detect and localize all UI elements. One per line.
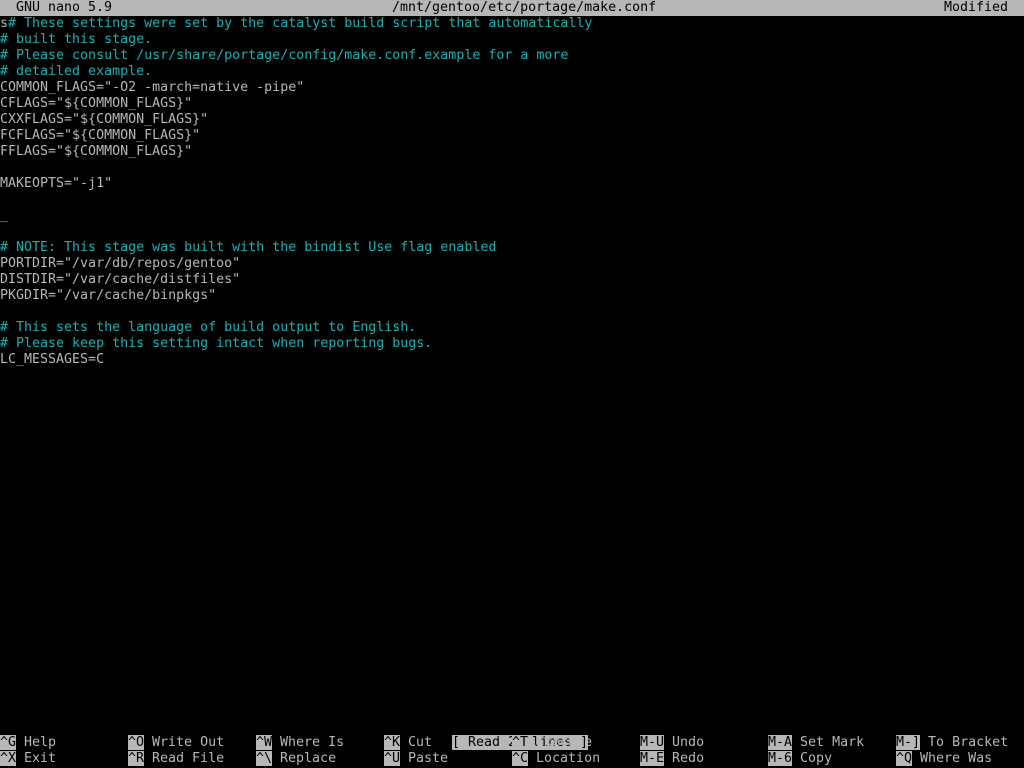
app-name: GNU nano 5.9 bbox=[16, 0, 113, 15]
editor-line[interactable]: CXXFLAGS="${COMMON_FLAGS}" bbox=[0, 112, 1024, 128]
shortcut-label: Copy bbox=[800, 751, 833, 766]
shortcut-set-mark[interactable]: M-A Set Mark bbox=[768, 735, 864, 751]
shortcut-label: Cut bbox=[408, 735, 433, 750]
shortcut-key: ^X bbox=[0, 751, 17, 766]
editor-buffer[interactable]: s# These settings were set by the cataly… bbox=[0, 16, 1024, 368]
shortcut-location[interactable]: ^C Location bbox=[512, 751, 600, 767]
line-prefix: s bbox=[0, 16, 9, 31]
editor-line[interactable]: # This sets the language of build output… bbox=[0, 320, 1024, 336]
editor-line[interactable]: # NOTE: This stage was built with the bi… bbox=[0, 240, 1024, 256]
shortcut-where-was[interactable]: ^Q Where Was bbox=[896, 751, 992, 767]
shortcut-label: Set Mark bbox=[800, 735, 865, 750]
shortcut-paste[interactable]: ^U Paste bbox=[384, 751, 448, 767]
shortcut-label: Location bbox=[536, 751, 601, 766]
shortcut-label: To Bracket bbox=[928, 735, 1009, 750]
shortcut-label: Read File bbox=[152, 751, 225, 766]
editor-line[interactable]: # Please keep this setting intact when r… bbox=[0, 336, 1024, 352]
shortcut-copy[interactable]: M-6 Copy bbox=[768, 751, 832, 767]
editor-line[interactable]: MAKEOPTS="-j1" bbox=[0, 176, 1024, 192]
shortcut-label: Paste bbox=[408, 751, 449, 766]
editor-line[interactable]: CFLAGS="${COMMON_FLAGS}" bbox=[0, 96, 1024, 112]
shortcut-where-is[interactable]: ^W Where Is bbox=[256, 735, 344, 751]
shortcut-exit[interactable]: ^X Exit bbox=[0, 751, 56, 767]
shortcut-key: M-E bbox=[640, 751, 665, 766]
editor-line[interactable]: COMMON_FLAGS="-O2 -march=native -pipe" bbox=[0, 80, 1024, 96]
shortcut-execute[interactable]: ^T Execute bbox=[512, 735, 592, 751]
editor-line[interactable]: LC_MESSAGES=C bbox=[0, 352, 1024, 368]
shortcut-key: ^T bbox=[512, 735, 529, 750]
editor-line[interactable]: # detailed example. bbox=[0, 64, 1024, 80]
shortcut-label: Replace bbox=[280, 751, 337, 766]
line-comment-rest: # These settings were set by the catalys… bbox=[8, 16, 593, 31]
shortcut-help[interactable]: ^G Help bbox=[0, 735, 56, 751]
editor-line[interactable]: # Please consult /usr/share/portage/conf… bbox=[0, 48, 1024, 64]
shortcut-key: M-U bbox=[640, 735, 665, 750]
shortcut-label: Redo bbox=[672, 751, 705, 766]
shortcut-replace[interactable]: ^\ Replace bbox=[256, 751, 336, 767]
shortcut-key: ^K bbox=[384, 735, 401, 750]
shortcut-label: Where Is bbox=[280, 735, 345, 750]
editor-line[interactable]: DISTDIR="/var/cache/distfiles" bbox=[0, 272, 1024, 288]
shortcut-read-file[interactable]: ^R Read File bbox=[128, 751, 224, 767]
shortcut-label: Write Out bbox=[152, 735, 225, 750]
shortcut-label: Where Was bbox=[920, 751, 993, 766]
shortcut-label: Help bbox=[24, 735, 57, 750]
shortcut-key: ^R bbox=[128, 751, 145, 766]
text-cursor[interactable]: _ bbox=[0, 208, 1024, 224]
shortcut-bar-row-1: ^G Help ^O Write Out ^W Where Is ^K Cut … bbox=[0, 735, 1024, 751]
shortcut-label: Undo bbox=[672, 735, 705, 750]
shortcut-key: ^\ bbox=[256, 751, 273, 766]
status-bar: [ Read 20 lines ] bbox=[0, 719, 1024, 750]
editor-line[interactable] bbox=[0, 160, 1024, 176]
shortcut-bar-row-2: ^X Exit ^R Read File ^\ Replace ^U Paste… bbox=[0, 751, 1024, 767]
shortcut-write-out[interactable]: ^O Write Out bbox=[128, 735, 224, 751]
editor-line[interactable]: FFLAGS="${COMMON_FLAGS}" bbox=[0, 144, 1024, 160]
shortcut-label: Exit bbox=[24, 751, 57, 766]
editor-line[interactable]: PKGDIR="/var/cache/binpkgs" bbox=[0, 288, 1024, 304]
editor-line[interactable] bbox=[0, 224, 1024, 240]
shortcut-label: Execute bbox=[536, 735, 593, 750]
shortcut-key: ^Q bbox=[896, 751, 913, 766]
file-path: /mnt/gentoo/etc/portage/make.conf bbox=[392, 0, 657, 15]
editor-line[interactable]: s# These settings were set by the cataly… bbox=[0, 16, 1024, 32]
shortcut-redo[interactable]: M-E Redo bbox=[640, 751, 704, 767]
shortcut-key: ^W bbox=[256, 735, 273, 750]
title-bar: GNU nano 5.9 /mnt/gentoo/etc/portage/mak… bbox=[0, 0, 1024, 16]
shortcut-key: ^G bbox=[0, 735, 17, 750]
shortcut-undo[interactable]: M-U Undo bbox=[640, 735, 704, 751]
editor-line[interactable]: # built this stage. bbox=[0, 32, 1024, 48]
editor-line[interactable] bbox=[0, 304, 1024, 320]
shortcut-key: M-A bbox=[768, 735, 793, 750]
shortcut-key: M-] bbox=[896, 735, 921, 750]
editor-line[interactable]: PORTDIR="/var/db/repos/gentoo" bbox=[0, 256, 1024, 272]
shortcut-to-bracket[interactable]: M-] To Bracket bbox=[896, 735, 1008, 751]
shortcut-key: ^O bbox=[128, 735, 145, 750]
shortcut-cut[interactable]: ^K Cut bbox=[384, 735, 432, 751]
shortcut-key: ^C bbox=[512, 751, 529, 766]
modified-indicator: Modified bbox=[944, 0, 1009, 15]
shortcut-key: ^U bbox=[384, 751, 401, 766]
editor-line[interactable] bbox=[0, 192, 1024, 208]
shortcut-key: M-6 bbox=[768, 751, 793, 766]
editor-line[interactable]: FCFLAGS="${COMMON_FLAGS}" bbox=[0, 128, 1024, 144]
